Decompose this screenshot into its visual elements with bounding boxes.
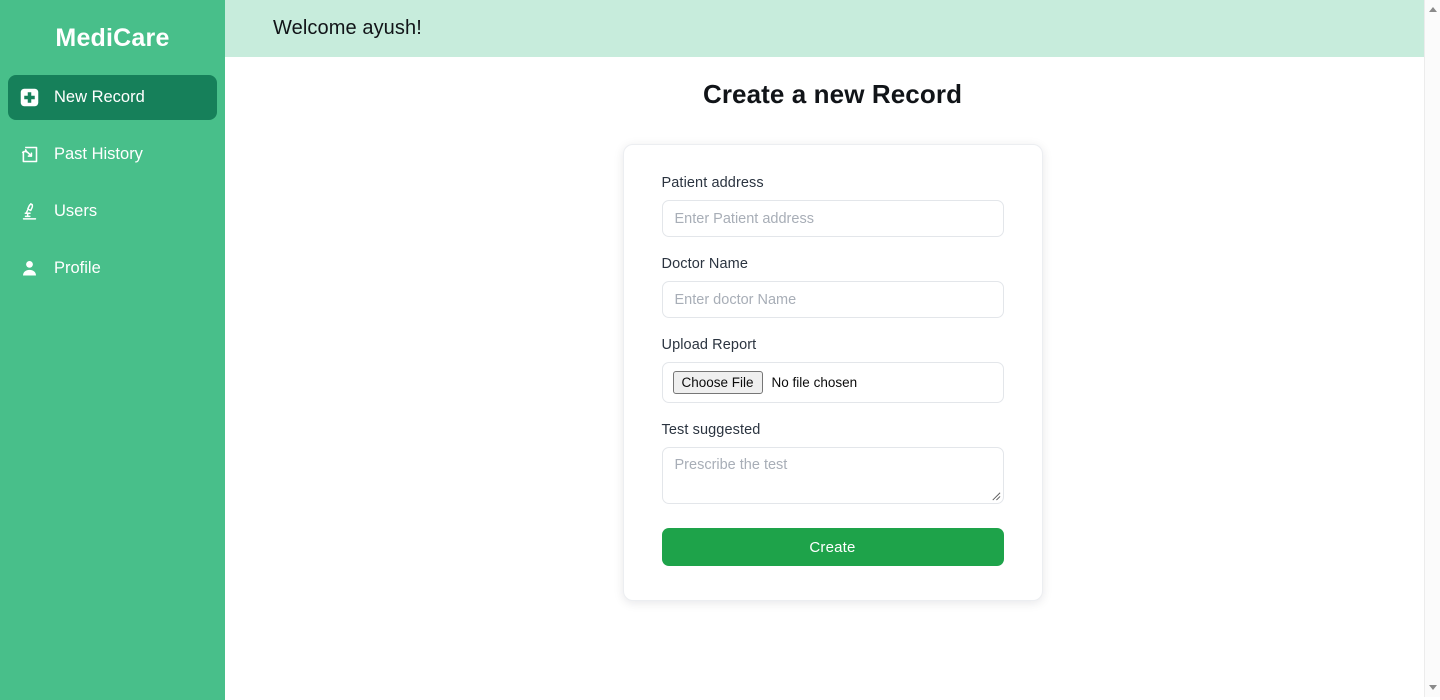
sidebar-item-users[interactable]: Users xyxy=(8,189,217,234)
patient-address-label: Patient address xyxy=(661,175,764,191)
sidebar-item-label: New Record xyxy=(54,87,145,106)
field-test-suggested: Test suggested xyxy=(661,422,1004,504)
main-content: Welcome ayush! Create a new Record Patie… xyxy=(225,0,1440,700)
topbar: Welcome ayush! xyxy=(225,0,1440,57)
patient-address-input[interactable] xyxy=(661,200,1004,237)
brand-logo: MediCare xyxy=(55,24,170,52)
history-document-icon xyxy=(18,144,40,166)
sidebar-item-new-record[interactable]: New Record xyxy=(8,75,217,120)
doctor-name-label: Doctor Name xyxy=(661,256,749,272)
doctor-name-input[interactable] xyxy=(661,281,1004,318)
welcome-message: Welcome ayush! xyxy=(273,17,422,39)
scrollbar-up-button[interactable] xyxy=(1425,2,1440,17)
sidebar-item-label: Past History xyxy=(54,144,143,163)
test-suggested-textarea[interactable] xyxy=(661,447,1004,504)
textarea-wrapper xyxy=(661,447,1004,504)
sidebar-nav: New Record Past History Users Profile xyxy=(0,75,225,291)
content-area: Create a new Record Patient address Doct… xyxy=(225,57,1440,601)
vertical-scrollbar[interactable] xyxy=(1424,0,1440,697)
choose-file-button[interactable]: Choose File xyxy=(672,371,763,394)
field-upload-report: Upload Report Choose File No file chosen xyxy=(661,337,1004,403)
create-button[interactable]: Create xyxy=(661,528,1004,566)
test-suggested-label: Test suggested xyxy=(661,422,761,438)
person-icon xyxy=(18,258,40,280)
chevron-up-icon xyxy=(1428,7,1437,12)
sidebar: MediCare New Record Past History Users P… xyxy=(0,0,225,700)
page-title: Create a new Record xyxy=(702,79,963,109)
upload-report-label: Upload Report xyxy=(661,337,757,353)
app-root: MediCare New Record Past History Users P… xyxy=(0,0,1440,700)
scrollbar-down-button[interactable] xyxy=(1425,680,1440,695)
field-doctor-name: Doctor Name xyxy=(661,256,1004,318)
file-input-row[interactable]: Choose File No file chosen xyxy=(661,362,1004,403)
sidebar-item-past-history[interactable]: Past History xyxy=(8,132,217,177)
sidebar-item-label: Users xyxy=(54,201,98,220)
create-record-form: Patient address Doctor Name Upload Repor… xyxy=(622,144,1043,601)
sidebar-item-label: Profile xyxy=(54,258,101,277)
microscope-icon xyxy=(18,201,40,223)
chevron-down-icon xyxy=(1428,685,1437,690)
field-patient-address: Patient address xyxy=(661,175,1004,237)
file-status-text: No file chosen xyxy=(771,375,858,390)
medical-cross-icon xyxy=(18,87,40,109)
sidebar-item-profile[interactable]: Profile xyxy=(8,246,217,291)
